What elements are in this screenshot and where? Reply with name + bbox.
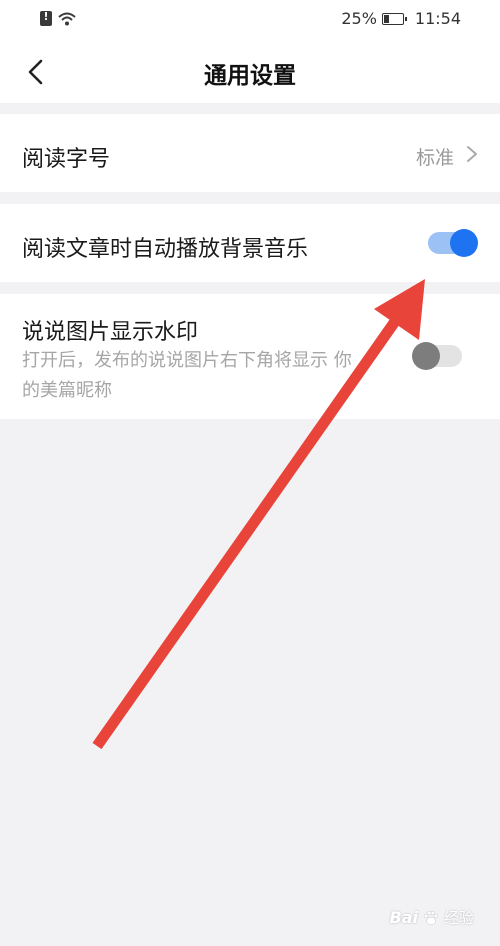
- setting-row-font-size[interactable]: 阅读字号 标准: [0, 114, 500, 192]
- alert-icon: [40, 10, 52, 26]
- page-title: 通用设置: [204, 63, 296, 89]
- battery-percent: 25%: [341, 9, 377, 28]
- setting-label-auto-music: 阅读文章时自动播放背景音乐: [22, 237, 309, 262]
- setting-desc-watermark: 打开后，发布的说说图片右下角将显示 你的美篇昵称: [22, 350, 352, 401]
- setting-label-watermark: 说说图片显示水印: [22, 320, 199, 345]
- auto-music-toggle[interactable]: [428, 229, 478, 257]
- toggle-knob: [412, 342, 440, 370]
- watermark-toggle[interactable]: [412, 342, 462, 370]
- setting-row-auto-music: 阅读文章时自动播放背景音乐: [0, 204, 500, 282]
- baidu-jingyan-watermark: Bai 经验: [390, 907, 475, 928]
- navigation-header: 通用设置: [0, 40, 500, 103]
- toggle-knob: [450, 229, 478, 257]
- setting-label-font-size: 阅读字号: [22, 147, 111, 172]
- clock-time: 11:54: [414, 9, 461, 28]
- battery-icon: [381, 12, 407, 25]
- wifi-icon: [58, 12, 76, 25]
- paw-icon: [423, 910, 439, 925]
- watermark-brand: Bai: [389, 908, 418, 927]
- setting-row-watermark: 说说图片显示水印 打开后，发布的说说图片右下角将显示 你的美篇昵称: [0, 294, 500, 419]
- status-icons-right: 25% 11:54: [341, 9, 461, 28]
- watermark-suffix: 经验: [443, 909, 474, 927]
- status-icons-left: [40, 10, 76, 26]
- status-bar: 25% 11:54: [0, 0, 500, 40]
- chevron-right-icon: [467, 146, 477, 162]
- setting-value-font-size: 标准: [415, 147, 454, 169]
